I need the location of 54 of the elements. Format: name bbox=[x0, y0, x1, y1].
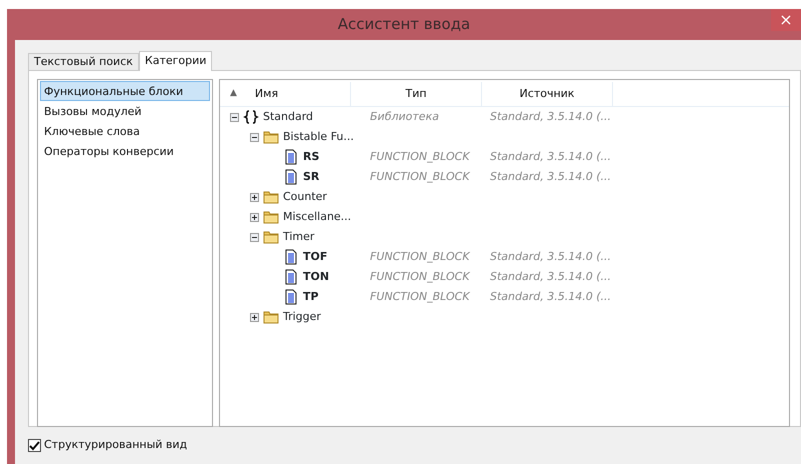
source-text: Standard, 3.5.14.0 (... bbox=[490, 110, 611, 123]
item-name: Bistable Fu... bbox=[283, 128, 354, 145]
source-text: Standard, 3.5.14.0 (... bbox=[490, 290, 611, 303]
source-text: Standard, 3.5.14.0 (... bbox=[490, 170, 611, 183]
sort-indicator-icon[interactable]: ▲ bbox=[230, 87, 237, 101]
type-text: FUNCTION_BLOCK bbox=[370, 150, 470, 163]
type-text: FUNCTION_BLOCK bbox=[370, 250, 470, 263]
checkbox-label: Структурированный вид bbox=[44, 437, 188, 453]
braces-icon bbox=[243, 109, 259, 125]
type-text: FUNCTION_BLOCK bbox=[370, 170, 470, 183]
folder-icon bbox=[263, 309, 279, 325]
collapse-icon[interactable] bbox=[230, 112, 239, 122]
checkbox[interactable] bbox=[28, 438, 41, 452]
document-icon bbox=[283, 269, 299, 285]
document-icon bbox=[283, 249, 299, 265]
item-name: TON bbox=[303, 268, 330, 285]
folder-icon bbox=[263, 129, 279, 145]
item-name: SR bbox=[303, 168, 320, 185]
item-name: Timer bbox=[283, 228, 314, 245]
type-text: FUNCTION_BLOCK bbox=[370, 270, 470, 283]
tab[interactable]: Текстовый поиск bbox=[28, 53, 139, 70]
type-text: FUNCTION_BLOCK bbox=[370, 290, 470, 303]
document-icon bbox=[283, 169, 299, 185]
window-title: Ассистент ввода bbox=[338, 14, 470, 36]
document-icon bbox=[283, 149, 299, 165]
source-text: Standard, 3.5.14.0 (... bbox=[490, 150, 611, 163]
item-name: Counter bbox=[283, 188, 327, 205]
item-name: Standard bbox=[263, 108, 314, 125]
document-icon bbox=[283, 289, 299, 305]
tab[interactable]: Категории bbox=[138, 51, 212, 71]
collapse-icon[interactable] bbox=[250, 132, 259, 142]
category-item[interactable]: Вызовы модулей bbox=[40, 101, 210, 121]
item-name: TP bbox=[303, 288, 319, 305]
category-item[interactable]: Операторы конверсии bbox=[40, 141, 210, 161]
item-name: RS bbox=[303, 148, 320, 165]
type-text: Библиотека bbox=[370, 110, 439, 123]
expand-icon[interactable] bbox=[250, 312, 259, 322]
expand-icon[interactable] bbox=[250, 212, 259, 222]
folder-icon bbox=[263, 229, 279, 245]
column-header[interactable]: Источник bbox=[520, 86, 574, 102]
collapse-icon[interactable] bbox=[250, 232, 259, 242]
column-header[interactable]: Имя bbox=[254, 86, 278, 102]
expand-icon[interactable] bbox=[250, 192, 259, 202]
item-name: Miscellane... bbox=[283, 208, 352, 225]
item-name: TOF bbox=[303, 248, 328, 265]
source-text: Standard, 3.5.14.0 (... bbox=[490, 250, 611, 263]
source-text: Standard, 3.5.14.0 (... bbox=[490, 270, 611, 283]
category-item[interactable]: Функциональные блоки bbox=[40, 81, 210, 101]
folder-icon bbox=[263, 209, 279, 225]
close-button[interactable]: × bbox=[771, 9, 801, 31]
item-name: Trigger bbox=[283, 308, 321, 325]
folder-icon bbox=[263, 189, 279, 205]
column-header[interactable]: Тип bbox=[405, 86, 427, 102]
category-item[interactable]: Ключевые слова bbox=[40, 121, 210, 141]
